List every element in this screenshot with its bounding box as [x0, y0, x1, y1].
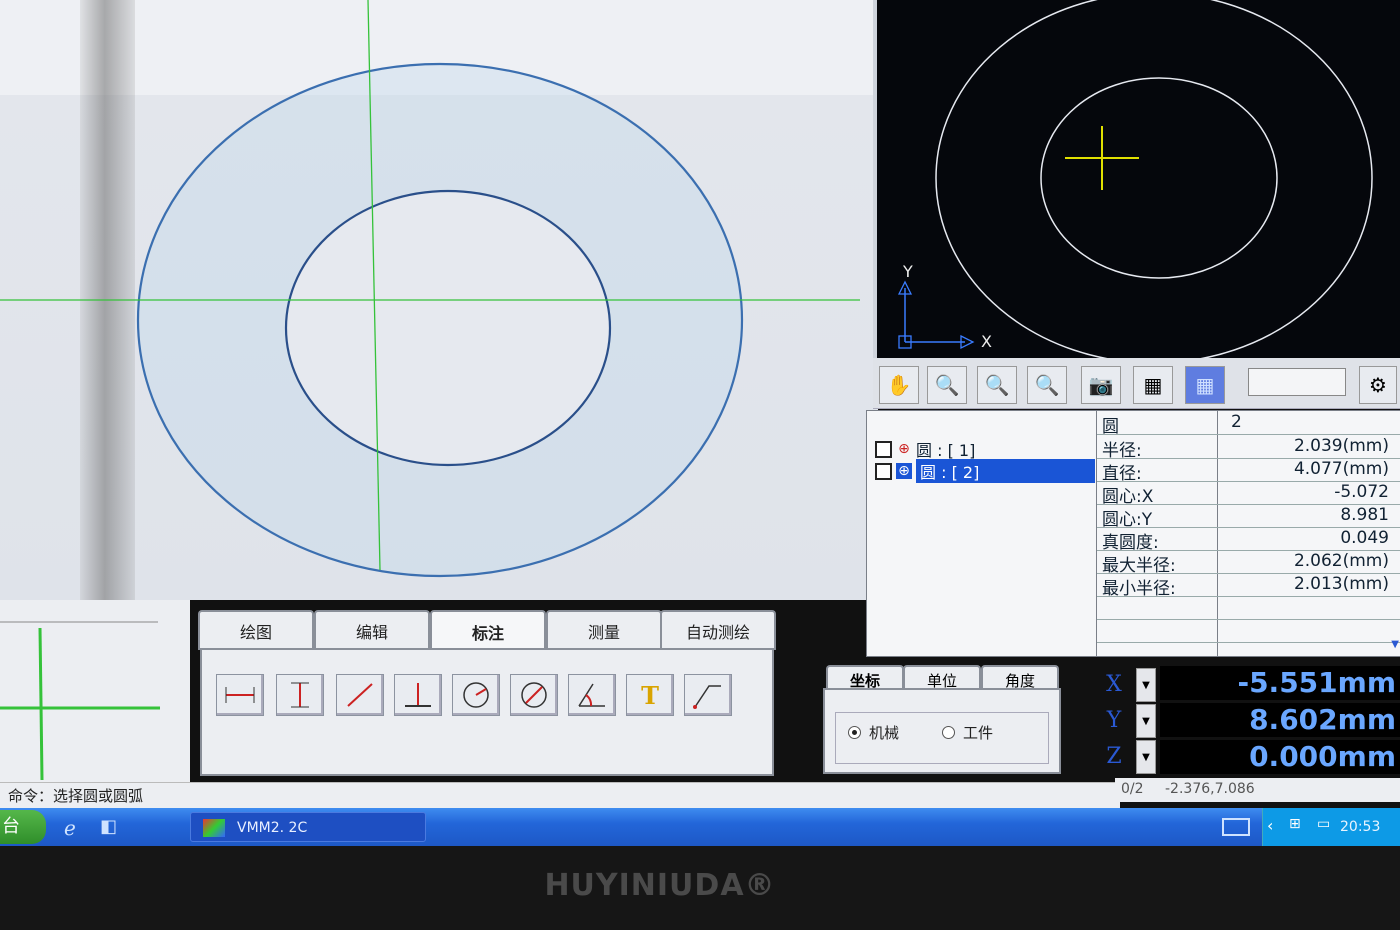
camera-view[interactable]	[0, 0, 878, 600]
axis-x-label: X	[981, 332, 992, 351]
prop-row-center-x: 圆心:X -5.072	[1097, 481, 1400, 507]
status-bar-right: 0/2 -2.376,7.086	[1115, 778, 1400, 802]
horizontal-dimension-icon[interactable]	[216, 674, 264, 716]
quick-launch-icon[interactable]: ◧	[100, 816, 124, 840]
camera-image	[0, 0, 860, 578]
prop-row-empty	[1097, 596, 1400, 620]
prop-value: 2.039(mm)	[1293, 436, 1389, 456]
keyboard-icon[interactable]	[1222, 818, 1250, 836]
leader-tool-icon[interactable]	[684, 674, 732, 716]
mini-preview-graphic	[0, 621, 160, 781]
prop-value: -5.072	[1334, 482, 1389, 502]
tab-measure[interactable]: 测量	[546, 610, 662, 650]
angle-dimension-icon[interactable]	[568, 674, 616, 716]
cursor-coords: -2.376,7.086	[1165, 781, 1255, 797]
tray-expand-icon[interactable]: ‹	[1267, 816, 1273, 835]
prop-row-empty	[1097, 619, 1400, 643]
monitor-brand-logo: HUYINIUDA®	[544, 868, 776, 903]
tree-item-label: 圆 : [ 2]	[916, 459, 1095, 483]
command-text: 命令：选择圆或圆弧	[8, 787, 144, 805]
mini-preview	[0, 600, 190, 782]
counter: 0/2	[1121, 781, 1144, 797]
diameter-dimension-icon[interactable]	[510, 674, 558, 716]
grid-icon[interactable]: ▦	[1185, 366, 1225, 404]
taskbar-item-label: VMM2. 2C	[237, 820, 308, 836]
cad-outer-circle	[935, 0, 1373, 364]
circle-feature-icon: ⊕	[896, 463, 912, 479]
checkbox[interactable]	[875, 462, 892, 480]
dro-z-dropdown[interactable]: ▼	[1136, 740, 1156, 774]
prop-value: 2.013(mm)	[1293, 574, 1389, 594]
dro-z-value: 0.000mm	[1160, 740, 1400, 774]
dro-x-dropdown[interactable]: ▼	[1136, 668, 1156, 702]
prop-row-center-y: 圆心:Y 8.981	[1097, 504, 1400, 530]
cad-graphics-view[interactable]: Y X	[873, 0, 1400, 364]
radio-workpiece[interactable]: 工件	[942, 722, 993, 743]
vertical-dimension-icon[interactable]	[276, 674, 324, 716]
tab-auto-measure[interactable]: 自动测绘	[660, 610, 776, 650]
prop-row-min-radius: 最小半径: 2.013(mm)	[1097, 573, 1400, 599]
checkbox[interactable]	[875, 440, 892, 458]
tab-draw[interactable]: 绘图	[198, 610, 314, 650]
axis-y-label: Y	[903, 262, 913, 281]
prop-row-roundness: 真圆度: 0.049	[1097, 527, 1400, 553]
property-grid: 圆 2 半径: 2.039(mm) 直径: 4.077(mm) 圆心:X -5.…	[1096, 410, 1400, 657]
radio-dot[interactable]	[942, 726, 955, 739]
prop-value: 0.049	[1340, 528, 1389, 548]
radio-dot[interactable]	[848, 726, 861, 739]
browser-icon[interactable]: ℯ	[64, 816, 88, 840]
dro-x-value: -5.551mm	[1160, 666, 1400, 700]
prop-value: 4.077(mm)	[1293, 459, 1389, 479]
circle-feature-icon: ⊕	[898, 441, 910, 457]
settings-icon[interactable]: ⚙	[1359, 366, 1397, 404]
zoom-in-icon[interactable]: 🔍	[927, 366, 967, 404]
taskbar-item-vmm[interactable]: VMM2. 2C	[190, 812, 426, 842]
layout-icon[interactable]: ▦	[1133, 366, 1173, 404]
view-toolbar: ✋ 🔍 🔍 🔍 📷 ▦ ▦ ⚙	[873, 358, 1400, 409]
inner-edge-circle	[284, 189, 612, 467]
pan-hand-icon[interactable]: ✋	[879, 366, 919, 404]
radio-label: 工件	[963, 724, 994, 742]
toolbar-input[interactable]	[1248, 368, 1346, 396]
tab-edit[interactable]: 编辑	[314, 610, 430, 650]
prop-header: 圆 2	[1097, 411, 1400, 437]
prop-row-diameter: 直径: 4.077(mm)	[1097, 458, 1400, 484]
tab-dimension[interactable]: 标注	[430, 610, 546, 652]
prop-key: 圆	[1102, 417, 1119, 437]
zoom-out-icon[interactable]: 🔍	[1027, 366, 1067, 404]
zoom-window-icon[interactable]: 🔍	[977, 366, 1017, 404]
tree-item-label: 圆 : [ 1]	[916, 441, 976, 460]
aligned-dimension-icon[interactable]	[336, 674, 384, 716]
radius-dimension-icon[interactable]	[452, 674, 500, 716]
dro-y-dropdown[interactable]: ▼	[1136, 704, 1156, 738]
tree-item-circle-2[interactable]: ⊕ 圆 : [ 2]	[875, 459, 1095, 483]
baseline-dimension-icon[interactable]	[394, 674, 442, 716]
cad-drawing	[897, 0, 1373, 364]
cad-inner-circle	[1040, 77, 1278, 279]
radio-label: 机械	[869, 724, 900, 742]
prop-value: 2	[1231, 412, 1242, 432]
scroll-down-icon[interactable]: ▼	[1391, 639, 1399, 650]
app-icon	[203, 819, 225, 837]
radio-machine[interactable]: 机械	[848, 722, 899, 743]
network-icon[interactable]: ⊞	[1289, 816, 1301, 832]
prop-row-radius: 半径: 2.039(mm)	[1097, 435, 1400, 461]
clock: 20:53	[1340, 819, 1381, 835]
display-icon[interactable]: ▭	[1317, 816, 1330, 832]
prop-value: 8.981	[1340, 505, 1389, 525]
start-button[interactable]: 台	[0, 810, 46, 844]
command-line: 命令：选择圆或圆弧	[0, 782, 1120, 808]
camera-icon[interactable]: 📷	[1081, 366, 1121, 404]
tree-item-circle-1[interactable]: ⊕ 圆 : [ 1]	[875, 439, 1095, 460]
dro-z-label: Z	[1106, 743, 1122, 769]
dro-x-label: X	[1106, 671, 1122, 697]
dro-y-value: 8.602mm	[1160, 703, 1400, 737]
feature-tree[interactable]: ⊕ 圆 : [ 1] ⊕ 圆 : [ 2]	[866, 410, 1098, 657]
prop-value: 2.062(mm)	[1293, 551, 1389, 571]
prop-row-max-radius: 最大半径: 2.062(mm)	[1097, 550, 1400, 576]
dro-y-label: Y	[1106, 707, 1122, 733]
text-tool-icon[interactable]: T	[626, 674, 674, 716]
